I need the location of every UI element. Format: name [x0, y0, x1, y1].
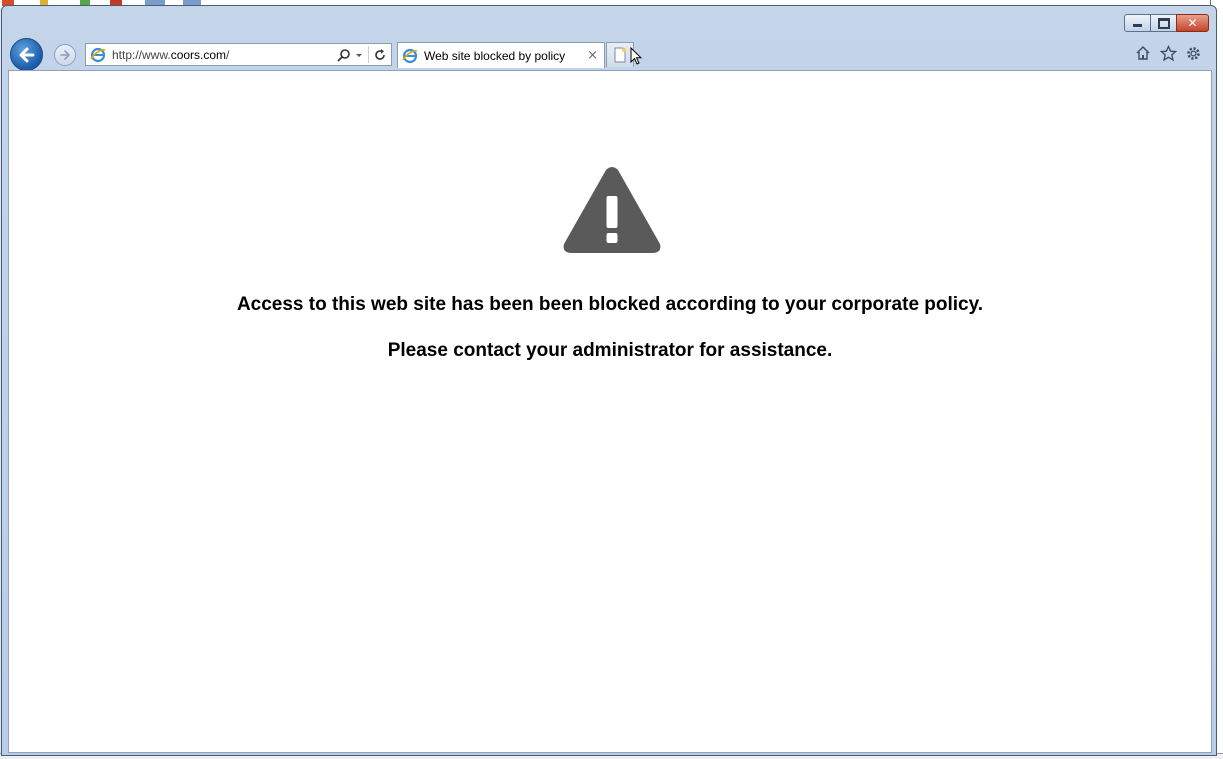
- minimize-button[interactable]: [1124, 14, 1151, 32]
- browser-window: ✕ http://www.coors.com/ Web site blocked…: [1, 5, 1217, 756]
- minimize-icon: [1133, 24, 1142, 27]
- tab-close-button[interactable]: ×: [587, 48, 598, 63]
- contact-admin-message: Please contact your administrator for as…: [387, 340, 833, 361]
- restore-button[interactable]: [1150, 14, 1177, 32]
- ie-page-icon: [90, 47, 106, 62]
- tools-gear-icon[interactable]: [1184, 44, 1202, 62]
- back-arrow-icon: [19, 47, 34, 62]
- ie-tab-icon: [402, 48, 418, 63]
- favorites-star-icon[interactable]: [1159, 44, 1177, 62]
- back-button[interactable]: [10, 38, 43, 71]
- dropdown-arrow-icon[interactable]: [354, 48, 364, 62]
- refresh-icon[interactable]: [373, 48, 387, 62]
- forward-arrow-icon: [60, 50, 70, 60]
- close-window-button[interactable]: ✕: [1176, 14, 1209, 32]
- address-actions: [337, 46, 387, 63]
- forward-button[interactable]: [54, 44, 76, 66]
- browser-command-icons: [1134, 44, 1202, 62]
- address-separator: [368, 46, 369, 63]
- home-icon[interactable]: [1134, 44, 1152, 62]
- url-domain: coors.com: [170, 47, 227, 62]
- mouse-cursor-icon: [630, 47, 642, 65]
- address-bar[interactable]: http://www.coors.com/: [85, 43, 392, 66]
- url-field[interactable]: http://www.coors.com/: [112, 48, 337, 62]
- page-content: Access to this web site has been been bl…: [8, 70, 1212, 753]
- blocked-message: Access to this web site has been been bl…: [236, 294, 984, 315]
- tab-title: Web site blocked by policy: [424, 48, 566, 63]
- caption-buttons: ✕: [1124, 14, 1209, 34]
- search-icon[interactable]: [337, 48, 351, 62]
- restore-icon: [1157, 17, 1170, 29]
- warning-triangle-icon: [563, 167, 661, 253]
- url-prefix: http://www.: [112, 47, 171, 62]
- new-tab-icon: [614, 47, 626, 63]
- url-suffix: /: [226, 47, 230, 62]
- navigation-toolbar: http://www.coors.com/ Web site blocked b…: [2, 36, 1216, 71]
- close-icon: ✕: [1187, 16, 1198, 30]
- tab-web-site-blocked[interactable]: Web site blocked by policy ×: [397, 42, 605, 68]
